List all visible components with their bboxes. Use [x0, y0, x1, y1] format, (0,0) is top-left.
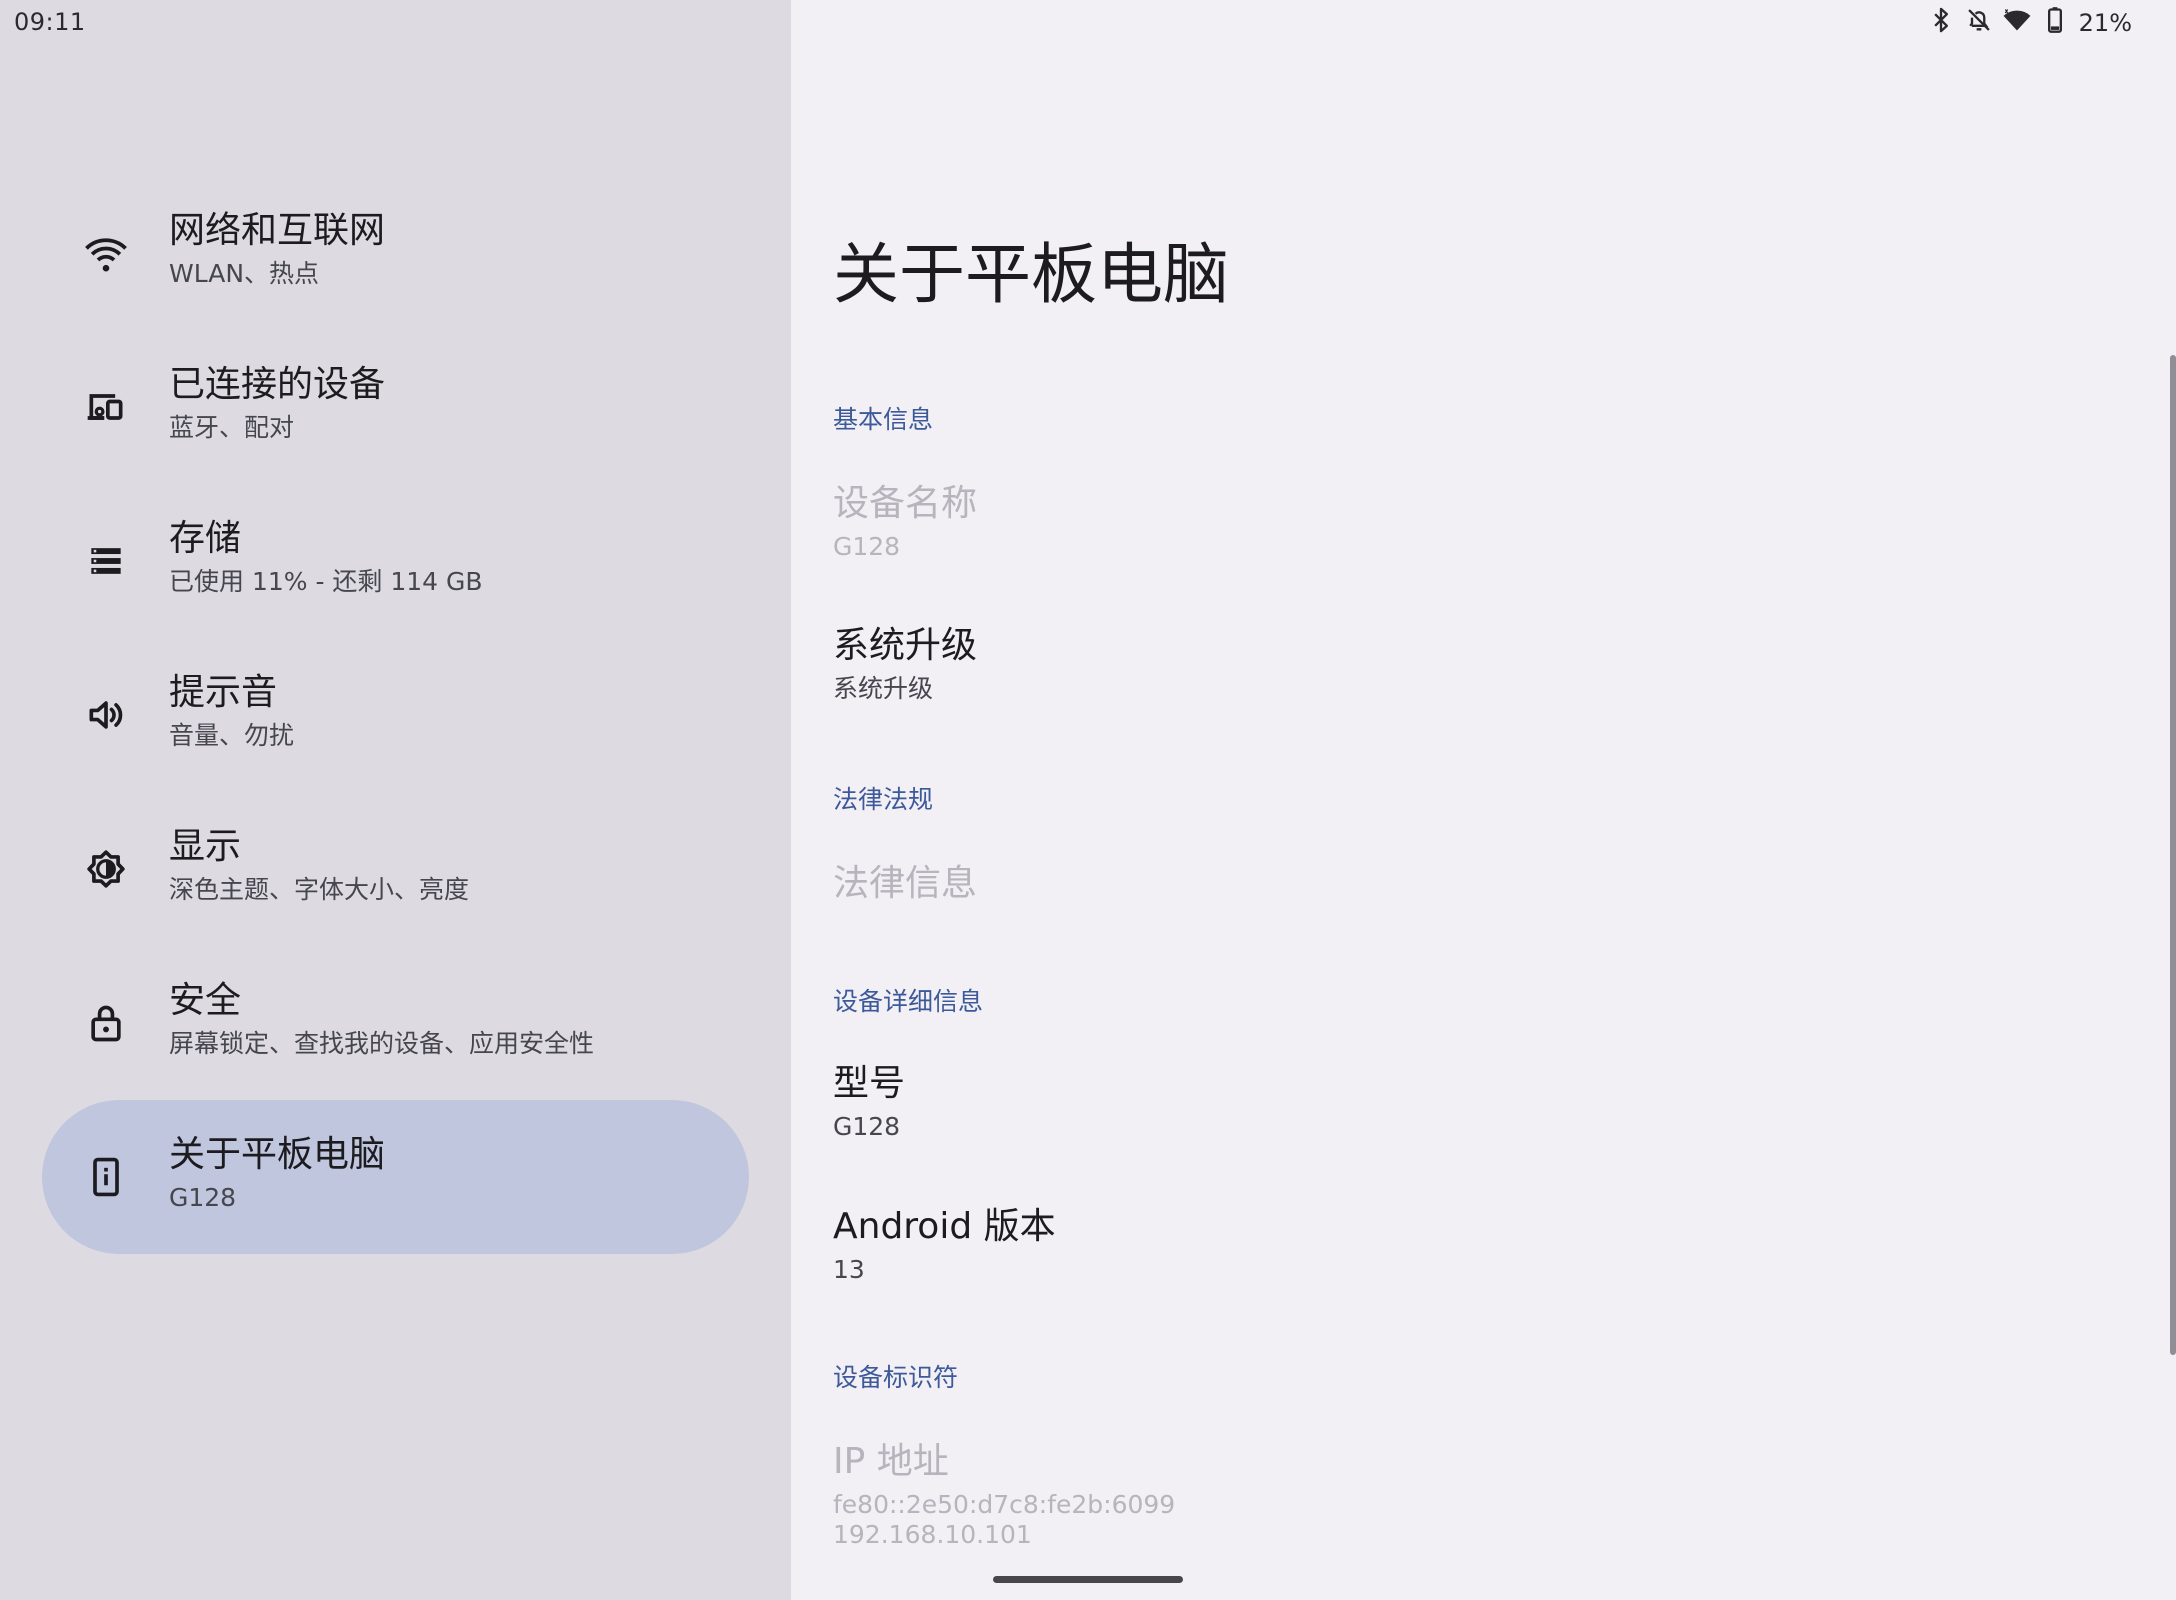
- battery-percent: 21%: [2078, 9, 2132, 37]
- sidebar-item-title: 显示: [169, 826, 242, 867]
- sidebar-item-network[interactable]: 网络和互联网 WLAN、热点: [42, 176, 749, 330]
- section-header-identifiers: 设备标识符: [833, 1363, 959, 1392]
- lock-icon: [84, 1001, 128, 1045]
- devices-icon: [84, 385, 128, 429]
- pref-title: IP 地址: [833, 1441, 949, 1482]
- sidebar-item-subtitle: 音量、勿扰: [169, 721, 295, 750]
- pref-android-version[interactable]: Android 版本 13: [833, 1205, 1056, 1285]
- sidebar-item-title: 关于平板电脑: [169, 1134, 386, 1175]
- pref-value-ipv6: fe80::2e50:d7c8:fe2b:6099: [833, 1490, 1176, 1519]
- status-time: 09:11: [14, 8, 86, 36]
- sidebar-item-about-tablet[interactable]: 关于平板电脑 G128: [42, 1100, 749, 1254]
- wifi-icon: [2003, 6, 2031, 40]
- bluetooth-icon: [1927, 6, 1955, 40]
- sidebar-item-security[interactable]: 安全 屏幕锁定、查找我的设备、应用安全性: [42, 946, 749, 1100]
- pref-model[interactable]: 型号 G128: [833, 1062, 905, 1142]
- sidebar-item-title: 网络和互联网: [169, 210, 386, 251]
- pref-value-ipv4: 192.168.10.101: [833, 1520, 1032, 1549]
- section-header-basic: 基本信息: [833, 405, 934, 434]
- settings-sidebar: 09:11 网络和互联网 WLAN、热点 已连接的设备 蓝牙、配对 存储 已使用…: [0, 0, 791, 1600]
- pref-title: 法律信息: [833, 863, 978, 904]
- pref-system-update[interactable]: 系统升级 系统升级: [833, 624, 977, 704]
- sidebar-item-connected-devices[interactable]: 已连接的设备 蓝牙、配对: [42, 330, 749, 484]
- sidebar-item-title: 已连接的设备: [169, 364, 386, 405]
- tablet-info-icon: [84, 1155, 128, 1199]
- pref-title: Android 版本: [833, 1206, 1056, 1247]
- sidebar-nav-list: 网络和互联网 WLAN、热点 已连接的设备 蓝牙、配对 存储 已使用 11% -…: [42, 176, 749, 1254]
- brightness-icon: [84, 847, 128, 891]
- pref-title: 型号: [833, 1063, 906, 1104]
- section-header-device-details: 设备详细信息: [833, 987, 984, 1016]
- sidebar-item-storage[interactable]: 存储 已使用 11% - 还剩 114 GB: [42, 484, 749, 638]
- sidebar-item-title: 安全: [169, 980, 242, 1021]
- sidebar-item-subtitle: G128: [169, 1183, 237, 1212]
- pref-legal-info: 法律信息: [833, 862, 977, 906]
- gesture-navigation-bar[interactable]: [993, 1576, 1183, 1583]
- storage-icon: [84, 539, 128, 583]
- sidebar-item-subtitle: WLAN、热点: [169, 259, 320, 288]
- settings-screen: 09:11 网络和互联网 WLAN、热点 已连接的设备 蓝牙、配对 存储 已使用…: [0, 0, 2176, 1600]
- volume-icon: [84, 693, 128, 737]
- pref-value: 系统升级: [833, 674, 934, 703]
- pref-device-name: 设备名称 G128: [833, 482, 977, 562]
- pref-title: 系统升级: [833, 625, 978, 666]
- battery-icon: [2041, 6, 2069, 40]
- page-title: 关于平板电脑: [833, 236, 1229, 313]
- pref-ip-address: IP 地址 fe80::2e50:d7c8:fe2b:6099 192.168.…: [833, 1440, 1175, 1550]
- pref-title: 设备名称: [833, 483, 978, 524]
- notifications-off-icon: [1965, 6, 1993, 40]
- sidebar-item-subtitle: 深色主题、字体大小、亮度: [169, 875, 470, 904]
- sidebar-item-subtitle: 蓝牙、配对: [169, 413, 295, 442]
- pref-value: G128: [833, 1112, 901, 1141]
- sidebar-item-subtitle: 已使用 11% - 还剩 114 GB: [169, 567, 483, 596]
- sidebar-item-subtitle: 屏幕锁定、查找我的设备、应用安全性: [169, 1029, 595, 1058]
- pref-value: G128: [833, 532, 901, 561]
- section-header-legal: 法律法规: [833, 785, 934, 814]
- scrollbar[interactable]: [2170, 355, 2176, 1355]
- sidebar-item-sound[interactable]: 提示音 音量、勿扰: [42, 638, 749, 792]
- sidebar-item-display[interactable]: 显示 深色主题、字体大小、亮度: [42, 792, 749, 946]
- sidebar-item-title: 提示音: [169, 672, 278, 713]
- sidebar-item-title: 存储: [169, 518, 242, 559]
- status-icons: 21%: [1927, 6, 2132, 40]
- pref-value: 13: [833, 1255, 865, 1284]
- wifi-icon: [84, 231, 128, 275]
- about-tablet-pane: 21% 关于平板电脑 基本信息 设备名称 G128 系统升级 系统升级 法律法规…: [791, 0, 2176, 1600]
